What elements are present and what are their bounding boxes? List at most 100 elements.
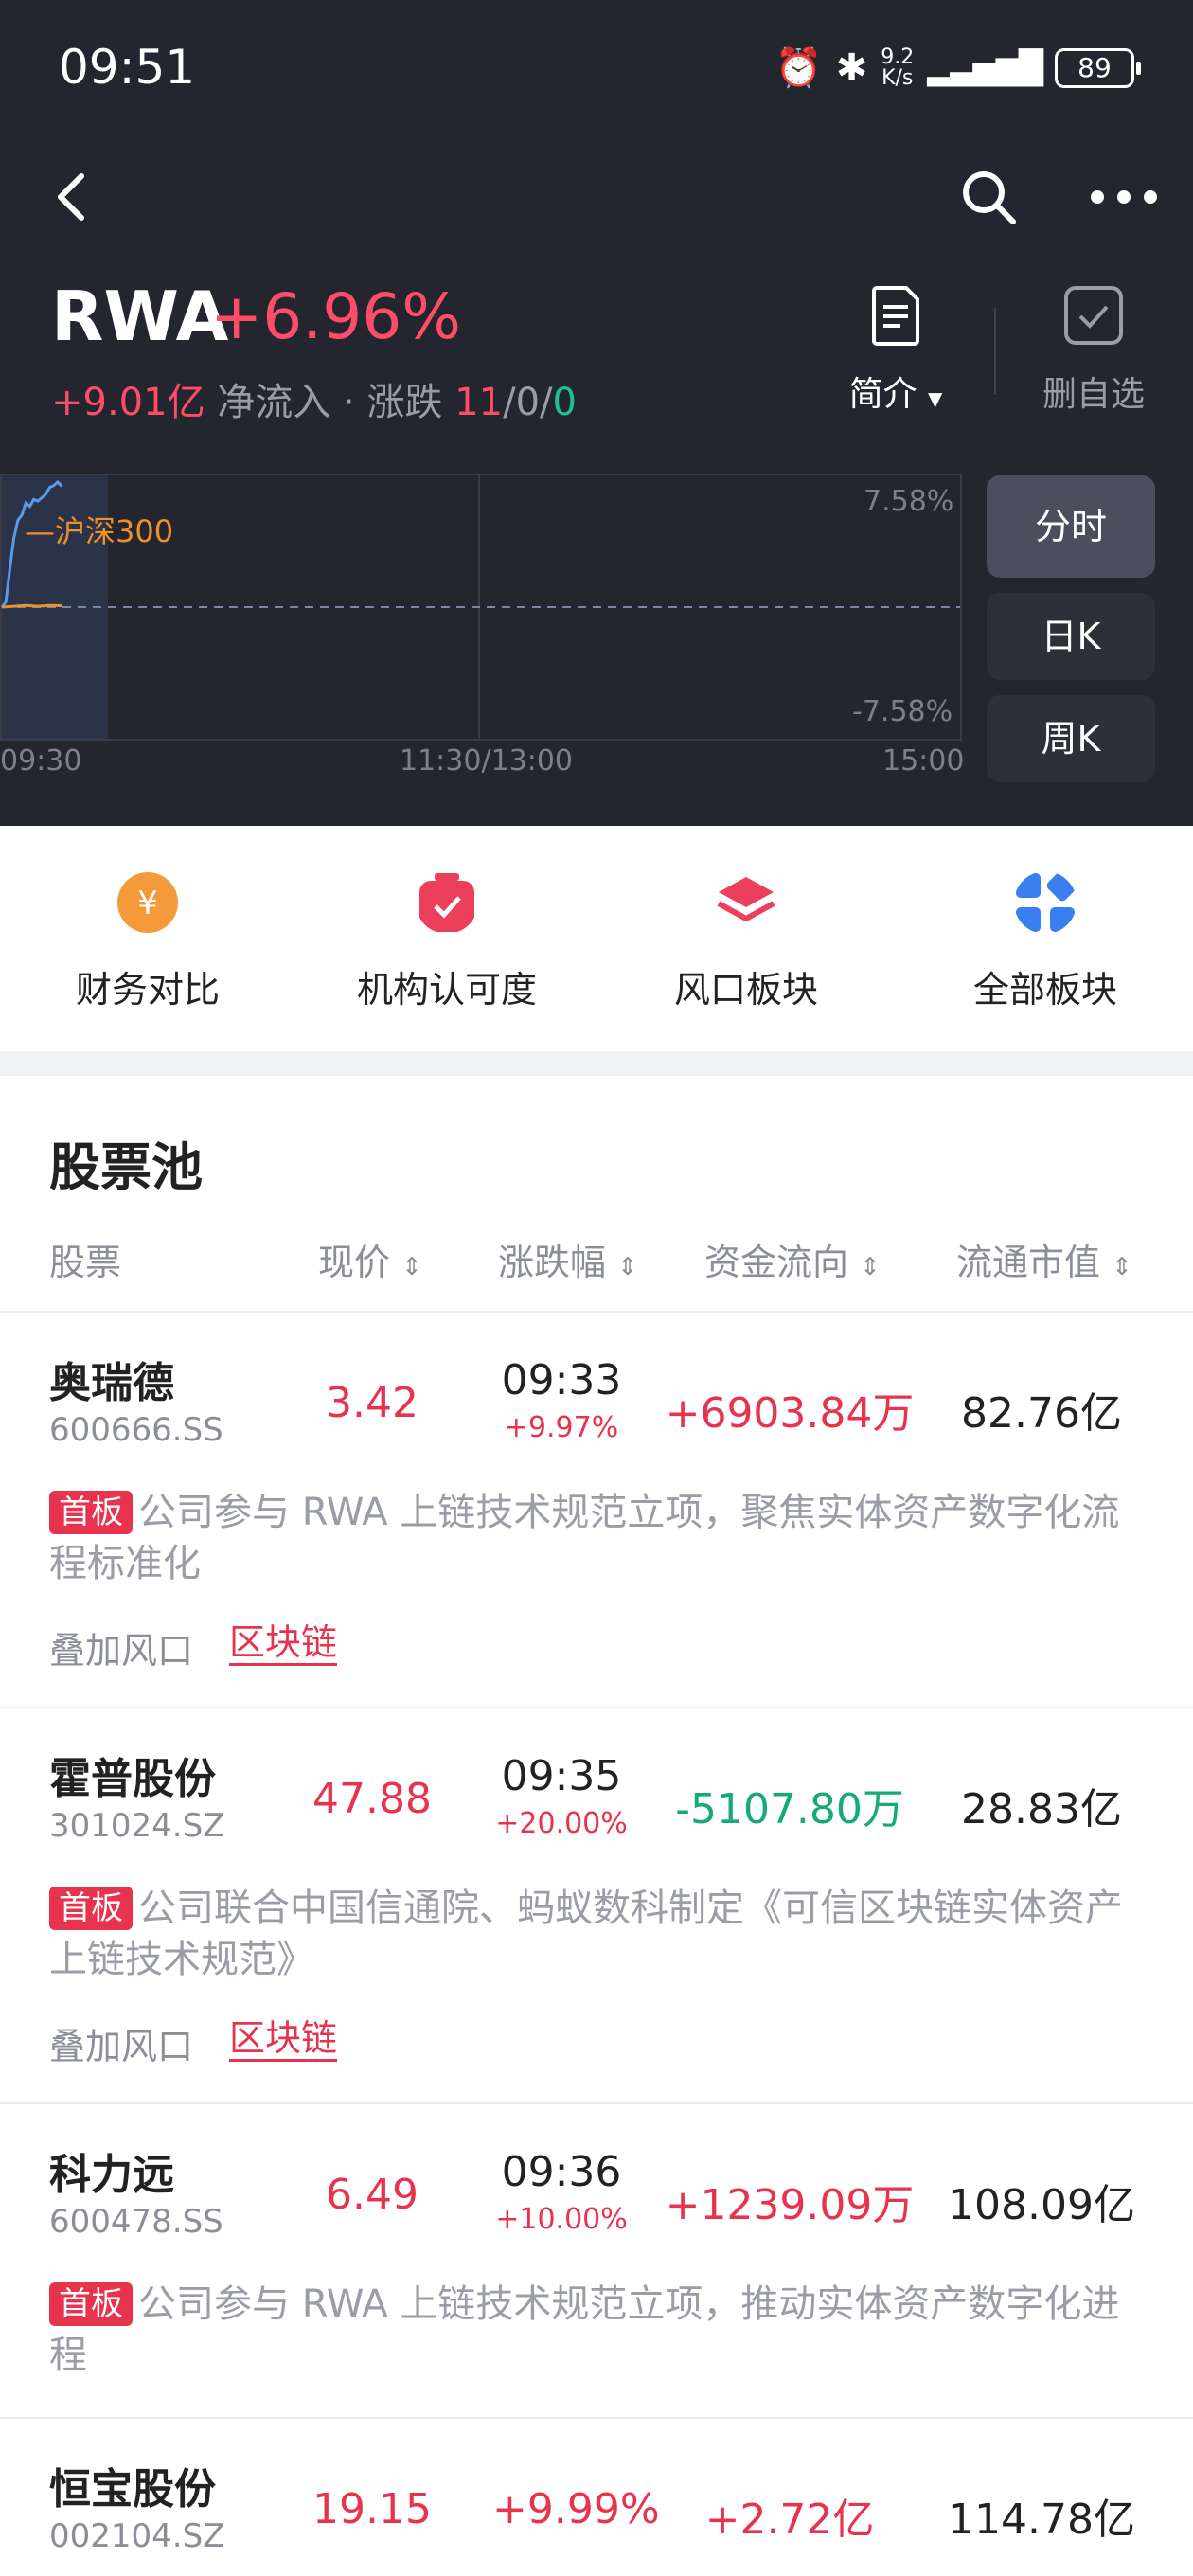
battery-icon: 89: [1055, 47, 1141, 88]
fund-flow: +1239.09万: [665, 2181, 915, 2229]
change-pct: +9.97%: [504, 1411, 619, 1444]
col-flow[interactable]: 资金流向 ⇕: [704, 1233, 881, 1285]
stock-name: 科力远: [49, 2151, 174, 2199]
col-change[interactable]: 涨跌幅 ⇕: [498, 1233, 638, 1285]
change-pct: +20.00%: [495, 1807, 628, 1840]
fund-flow: +6903.84万: [665, 1389, 915, 1438]
col-price[interactable]: 现价 ⇕: [318, 1233, 422, 1285]
period-tab-daily[interactable]: 日K: [987, 593, 1155, 680]
layers-icon: [717, 877, 775, 922]
hs300-line: [1, 603, 62, 609]
more-icon: [1091, 190, 1157, 204]
slash: /: [540, 381, 553, 424]
stock-price: 3.42: [326, 1379, 418, 1427]
feature-financial-compare[interactable]: ¥ 财务对比: [25, 871, 271, 1012]
market-cap: 108.09亿: [948, 2181, 1135, 2229]
tag-link-blockchain[interactable]: 区块链: [229, 2017, 338, 2062]
market-cap: 28.83亿: [961, 1785, 1122, 1834]
col-label: 流通市值: [956, 1242, 1101, 1283]
stock-description: 首板 公司参与 RWA 上链技术规范立项，聚焦实体资产数字化流程标准化: [49, 1487, 1157, 1589]
first-board-badge: 首板: [49, 1887, 133, 1930]
intro-label: 简介: [848, 375, 917, 414]
sector-subline: +9.01亿 净流入 · 涨跌 11/0/0: [51, 371, 577, 426]
grid-icon: [1016, 871, 1077, 932]
separator: ·: [330, 381, 367, 424]
y-tick: -7.58%: [852, 695, 953, 728]
change-pct: +9.99%: [492, 2485, 660, 2533]
period-tab-intraday[interactable]: 分时: [987, 475, 1155, 578]
stock-name: 奥瑞德: [49, 1359, 174, 1407]
feature-all-sectors[interactable]: 全部板块: [922, 871, 1168, 1012]
first-board-badge: 首板: [49, 1491, 133, 1534]
yuan-coin-icon: ¥: [117, 872, 178, 933]
stock-description: 首板 公司参与 RWA 上链技术规范立项，推动实体资产数字化进程: [49, 2279, 1157, 2381]
net-speed-unit: K/s: [881, 65, 914, 90]
first-board-badge: 首板: [49, 2282, 133, 2326]
search-button[interactable]: [958, 167, 1019, 231]
col-label: 涨跌幅: [498, 1242, 607, 1283]
bluetooth-icon: ✱: [835, 45, 868, 90]
remove-watchlist-button[interactable]: 删自选: [1032, 284, 1155, 416]
x-tick: 09:30: [0, 744, 82, 778]
feature-label: 风口板块: [673, 969, 818, 1011]
stock-row[interactable]: 奥瑞德 600666.SS 3.42 09:33 +9.97% +6903.84…: [0, 1313, 1193, 1707]
status-icons: ⏰ ✱ 9.2 K/s ▂▃▅▆█ 89: [775, 45, 1141, 90]
stock-row[interactable]: 科力远 600478.SS 6.49 09:36 +10.00% +1239.0…: [0, 2104, 1193, 2417]
limit-time: 09:36: [501, 2148, 622, 2196]
alarm-icon: ⏰: [775, 46, 823, 90]
section-gap: [0, 1051, 1193, 1076]
stock-description: 首板 公司联合中国信通院、蚂蚁数科制定《可信区块链实体资产上链技术规范》: [49, 1883, 1157, 1985]
y-tick: 7.58%: [864, 485, 954, 518]
stock-price: 47.88: [312, 1775, 432, 1823]
col-cap[interactable]: 流通市值 ⇕: [956, 1233, 1132, 1285]
intro-button[interactable]: 简介 ▼: [839, 284, 953, 416]
watchlist-label: 删自选: [1042, 375, 1145, 414]
slash: /: [503, 381, 516, 424]
stock-row[interactable]: 恒宝股份 002104.SZ 19.15 +9.99% +2.72亿 114.7…: [0, 2419, 1193, 2576]
more-button[interactable]: [1089, 188, 1159, 210]
col-label: 现价: [318, 1242, 391, 1283]
x-tick: 15:00: [882, 744, 965, 778]
sort-icon: ⇕: [401, 1253, 422, 1281]
x-tick: 11:30/13:00: [400, 744, 574, 778]
description-text: 公司联合中国信通院、蚂蚁数科制定《可信区块链实体资产上链技术规范》: [49, 1887, 1123, 1981]
stock-row[interactable]: 霍普股份 301024.SZ 47.88 09:35 +20.00% -5107…: [0, 1708, 1193, 2102]
svg-text:¥: ¥: [137, 885, 158, 922]
description-text: 公司参与 RWA 上链技术规范立项，聚焦实体资产数字化流程标准化: [49, 1491, 1120, 1585]
tag-link-blockchain[interactable]: 区块链: [229, 1621, 338, 1666]
stock-code: 600478.SS: [49, 2203, 223, 2241]
sector-title: RWA: [51, 277, 229, 356]
feature-hot-sectors[interactable]: 风口板块: [623, 871, 869, 1012]
status-time: 09:51: [59, 40, 196, 95]
updown-label: 涨跌: [366, 381, 443, 424]
stock-name: 恒宝股份: [49, 2465, 216, 2513]
sector-change: +6.96%: [210, 280, 461, 353]
chevron-left-icon: [58, 173, 84, 221]
feature-label: 全部板块: [972, 969, 1117, 1011]
stock-name: 霍普股份: [49, 1755, 216, 1803]
pool-title: 股票池: [49, 1137, 203, 1197]
net-inflow-label: 净流入: [217, 381, 331, 424]
period-tab-weekly[interactable]: 周K: [987, 695, 1155, 782]
stock-price: 19.15: [312, 2485, 432, 2533]
legend-hs300: —沪深300: [25, 513, 174, 549]
stock-code: 600666.SS: [49, 1411, 223, 1449]
col-stock: 股票: [49, 1242, 122, 1283]
description-text: 公司参与 RWA 上链技术规范立项，推动实体资产数字化进程: [49, 2282, 1120, 2377]
sort-icon: ⇕: [860, 1253, 881, 1281]
overlay-label: 叠加风口: [49, 1630, 194, 1672]
feature-label: 财务对比: [75, 969, 220, 1011]
change-pct: +10.00%: [495, 2203, 628, 2236]
net-speed: 9.2 K/s: [881, 46, 914, 90]
overlay-label: 叠加风口: [49, 2026, 194, 2067]
col-label: 资金流向: [704, 1242, 849, 1283]
fund-flow: +2.72亿: [704, 2496, 875, 2544]
back-button[interactable]: [53, 169, 91, 235]
checkbox-icon: [1064, 286, 1123, 345]
fund-flow: -5107.80万: [675, 1785, 904, 1834]
feature-label: 机构认可度: [356, 969, 537, 1011]
down-count: 0: [552, 381, 577, 424]
feature-institution[interactable]: 机构认可度: [324, 871, 570, 1012]
flat-count: 0: [515, 381, 541, 424]
sort-icon: ⇕: [617, 1253, 638, 1281]
